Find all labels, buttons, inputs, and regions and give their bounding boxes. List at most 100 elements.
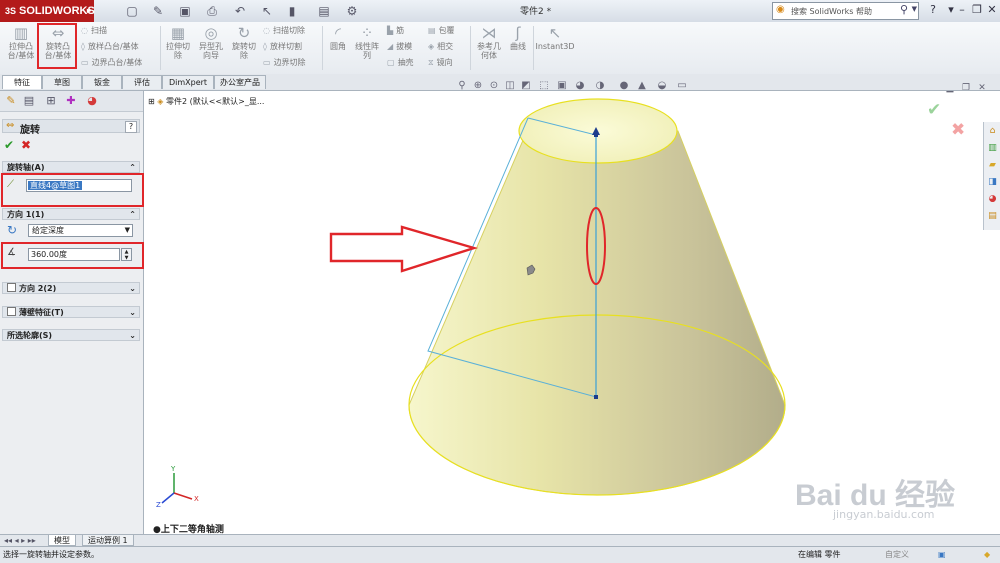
reference-geometry-icon: ⋊ (481, 24, 497, 42)
selected-contours-group-header[interactable]: 所选轮廓(S) ⌄ (2, 329, 140, 341)
confirm-corner-cancel-icon[interactable]: ✖ (951, 120, 965, 140)
tab-model[interactable]: 模型 (48, 535, 76, 546)
view-settings-icon[interactable]: ▲ (636, 80, 648, 92)
sweep-button[interactable]: ◌ 扫描 (81, 25, 107, 36)
instant3d-button[interactable]: ↖ Instant3D (535, 24, 575, 51)
linear-pattern-button[interactable]: ⁘ 线性阵 列 (352, 24, 382, 60)
revolve-cut-button[interactable]: ↻ 旋转切 除 (229, 24, 259, 60)
new-icon[interactable]: ▢ (124, 3, 140, 19)
scene-icon[interactable]: ● (618, 80, 630, 92)
custom-properties-icon[interactable]: ▤ (986, 210, 999, 223)
viewport-minimize-icon[interactable]: ▁ (944, 82, 956, 94)
save-icon[interactable]: ▣ (177, 3, 193, 19)
extrude-boss-button[interactable]: ▥ 拉伸凸 台/基体 (5, 24, 37, 60)
angle-spinner[interactable]: ▲ ▼ (121, 248, 132, 261)
tab-sheet-metal[interactable]: 钣金 (82, 75, 122, 89)
confirm-corner-ok-icon[interactable]: ✔ (927, 100, 941, 120)
reference-geometry-button[interactable]: ⋊ 参考几 何体 (474, 24, 504, 60)
lofted-cut-button[interactable]: ◊ 放样切割 (263, 41, 302, 52)
end-condition-select[interactable]: 给定深度 ▼ (28, 224, 133, 237)
direction2-checkbox[interactable] (7, 283, 16, 292)
draft-button[interactable]: ◢ 拔模 (387, 41, 412, 52)
chevron-down-icon: ▼ (124, 226, 130, 234)
hole-wizard-button[interactable]: ◎ 异型孔 向导 (195, 24, 227, 60)
restore-icon[interactable]: ❐ (970, 3, 984, 17)
solidworks-logo[interactable]: 3S SOLIDWORKS ▸ (0, 0, 95, 22)
appearances-icon[interactable]: ◕ (986, 193, 999, 206)
previous-view-icon[interactable]: ◫ (504, 80, 516, 92)
ok-button[interactable]: ✔ (4, 138, 14, 152)
file-properties-icon[interactable]: ▤ (316, 3, 332, 19)
minimize-icon[interactable]: – (955, 3, 969, 17)
thin-feature-checkbox[interactable] (7, 307, 16, 316)
view-orientation-icon[interactable]: ⬚ (538, 80, 550, 92)
swept-cut-button[interactable]: ◌ 扫描切除 (263, 25, 305, 36)
mirror-button[interactable]: ⧖ 镜向 (428, 57, 453, 68)
configuration-manager-icon[interactable]: ⊞ (44, 94, 58, 108)
display-style-icon[interactable]: ▣ (556, 80, 568, 92)
notification-icon[interactable]: ◆ (984, 547, 990, 562)
tab-scroll-icons[interactable]: ◂◂ ◂ ▸ ▸▸ (4, 536, 36, 545)
zoom-area-icon[interactable]: ⊙ (488, 80, 500, 92)
design-library-icon[interactable]: ▥ (986, 142, 999, 155)
search-icon[interactable]: ⚲ (900, 3, 908, 16)
hide-show-icon[interactable]: ◕ (574, 80, 586, 92)
zoom-fit-icon[interactable]: ⊕ (472, 80, 484, 92)
section-view-icon[interactable]: ◩ (520, 80, 532, 92)
rib-button[interactable]: ▙ 筋 (387, 25, 404, 36)
tab-dimxpert[interactable]: DimXpert (162, 75, 214, 89)
chevron-down-icon[interactable]: ▼ (912, 5, 917, 13)
tab-office-products[interactable]: 办公室产品 (214, 75, 266, 89)
fillet-button[interactable]: ◜ 圆角 (326, 24, 350, 51)
shadows-icon[interactable]: ▭ (676, 80, 688, 92)
options-icon[interactable]: ⚙ (344, 3, 360, 19)
feature-tree-root[interactable]: ⊞ ◈ 零件2 (默认<<默认>_显... (148, 96, 264, 107)
realview-icon[interactable]: ◒ (656, 80, 668, 92)
view-palette-icon[interactable]: ◨ (986, 176, 999, 189)
shell-button[interactable]: ▢ 抽壳 (387, 57, 414, 68)
rebuild-icon[interactable]: ▮ (284, 3, 300, 19)
display-manager-icon[interactable]: ◕ (85, 94, 99, 108)
direction1-group-header[interactable]: 方向 1(1) ⌃ (2, 208, 140, 220)
viewport-restore-icon[interactable]: ❐ (960, 82, 972, 94)
boundary-cut-button[interactable]: ▭ 边界切除 (263, 57, 306, 68)
undo-icon[interactable]: ↶ (232, 3, 248, 19)
intersect-button[interactable]: ◈ 相交 (428, 41, 453, 52)
reverse-direction-icon[interactable]: ↻ (7, 223, 17, 237)
thin-feature-group-header[interactable]: 薄壁特征(T) ⌄ (2, 306, 140, 318)
wrap-button[interactable]: ▤ 包覆 (428, 25, 455, 36)
open-icon[interactable]: ✎ (150, 3, 166, 19)
view-selector-icon[interactable]: ⚲ (456, 80, 468, 92)
loft-boss-button[interactable]: ◊ 放样凸台/基体 (81, 41, 139, 52)
manager-icons-bar: ✎ ▤ ⊞ ✚ ◕ (0, 91, 143, 112)
help-icon[interactable]: ? (926, 3, 940, 17)
rotation-axis-field[interactable]: 直线4@草图1 (26, 179, 132, 192)
feature-manager-icon[interactable]: ✎ (4, 94, 18, 108)
angle-input[interactable]: 360.00度 (28, 248, 120, 261)
tab-evaluate[interactable]: 评估 (122, 75, 162, 89)
edit-appearance-icon[interactable]: ◑ (594, 80, 606, 92)
cancel-button[interactable]: ✖ (21, 138, 31, 152)
close-icon[interactable]: ✕ (985, 3, 999, 17)
tab-features[interactable]: 特征 (2, 75, 42, 89)
axis-endpoint-bottom[interactable] (594, 395, 598, 399)
direction2-group-header[interactable]: 方向 2(2) ⌄ (2, 282, 140, 294)
axis-group-header[interactable]: 旋转轴(A) ⌃ (2, 161, 140, 173)
tab-motion-study[interactable]: 运动算例 1 (82, 535, 134, 546)
help-search-input[interactable]: ◉ 搜索 SolidWorks 帮助 ⚲ ▼ (772, 2, 919, 20)
tab-sketch[interactable]: 草图 (42, 75, 82, 89)
rebuild-status-icon[interactable]: ▣ (938, 547, 946, 562)
property-manager-icon[interactable]: ▤ (22, 94, 36, 108)
resources-icon[interactable]: ⌂ (986, 125, 999, 138)
status-custom[interactable]: 自定义 (885, 547, 909, 562)
extrude-cut-button[interactable]: ▦ 拉伸切 除 (163, 24, 193, 60)
file-explorer-icon[interactable]: ▰ (986, 159, 999, 172)
boundary-boss-button[interactable]: ▭ 边界凸台/基体 (81, 57, 142, 68)
pm-help-button[interactable]: ? (125, 121, 137, 133)
viewport-close-icon[interactable]: ✕ (976, 82, 988, 94)
dimxpert-manager-icon[interactable]: ✚ (64, 94, 78, 108)
tree-expand-icon[interactable]: ⊞ (148, 97, 155, 106)
print-icon[interactable]: ⎙ (204, 3, 220, 19)
curves-button[interactable]: ʃ 曲线 (506, 24, 530, 51)
select-icon[interactable]: ↖ (259, 3, 275, 19)
